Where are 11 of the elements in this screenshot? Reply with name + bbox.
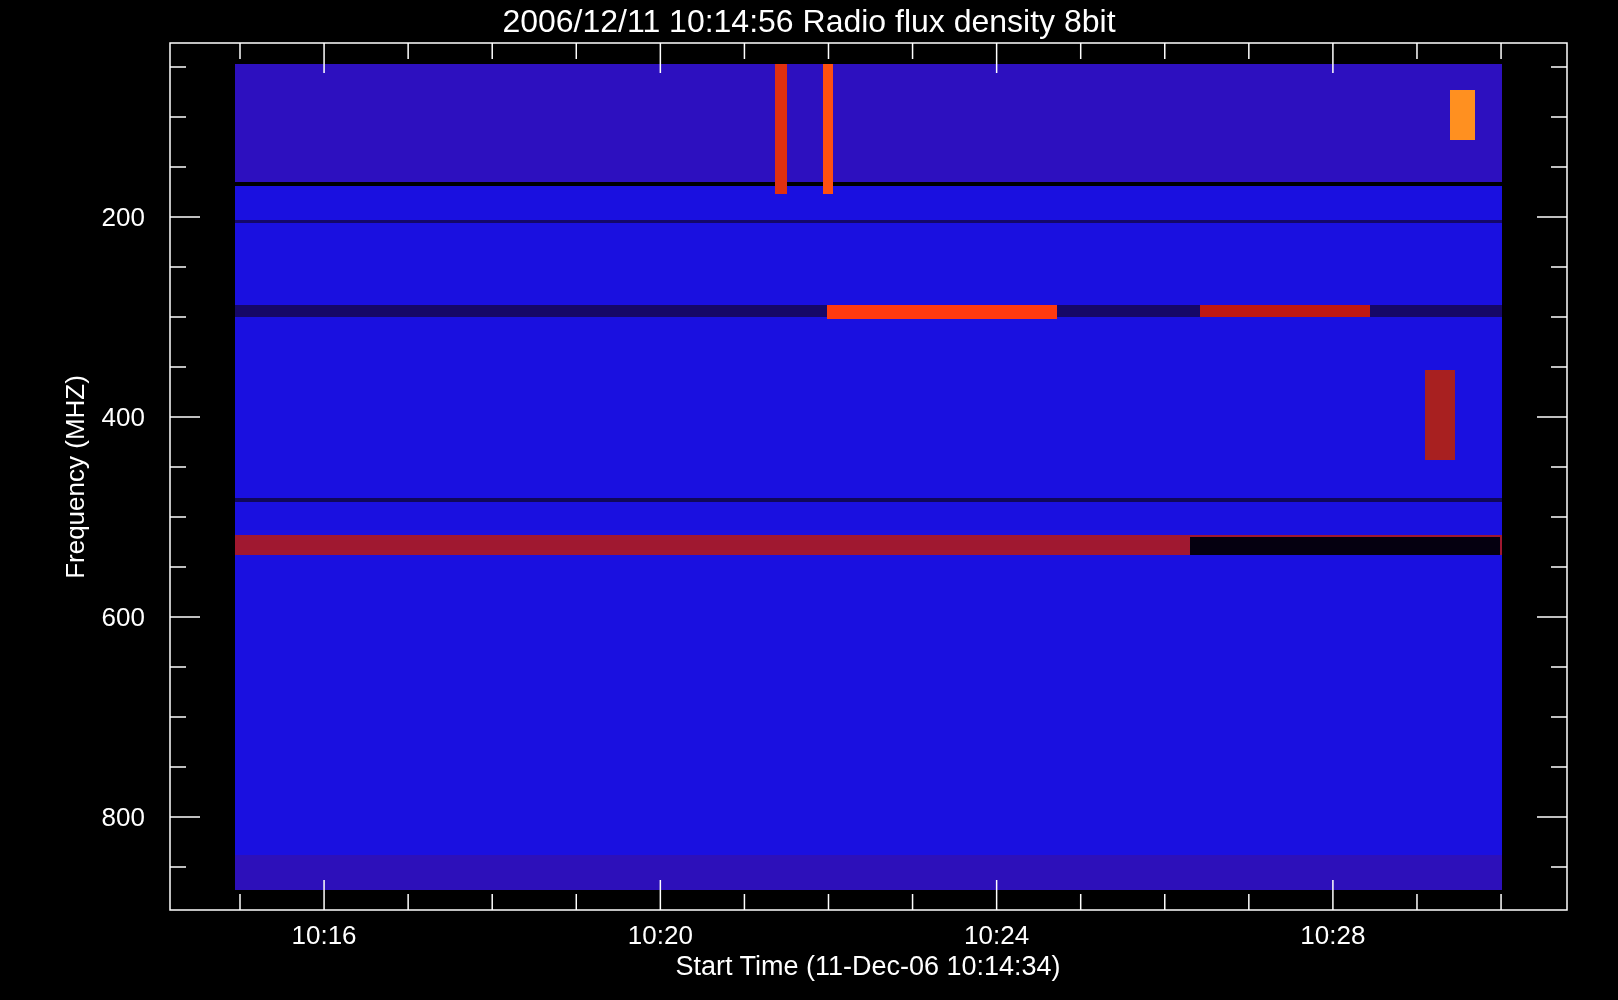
y-axis-label: Frequency (MHZ) [60,375,90,579]
plot-title: 2006/12/11 10:14:56 Radio flux density 8bit [502,3,1116,39]
y-tick-label: 600 [101,602,145,632]
y-tick-label: 400 [101,402,145,432]
x-tick-label: 10:16 [291,920,357,950]
y-tick-label: 200 [101,202,145,232]
x-axis-label: Start Time (11-Dec-06 10:14:34) [675,951,1061,981]
y-tick-label: 800 [101,802,145,832]
x-tick-label: 10:28 [1300,920,1366,950]
x-tick-label: 10:20 [627,920,693,950]
x-tick-label: 10:24 [964,920,1030,950]
